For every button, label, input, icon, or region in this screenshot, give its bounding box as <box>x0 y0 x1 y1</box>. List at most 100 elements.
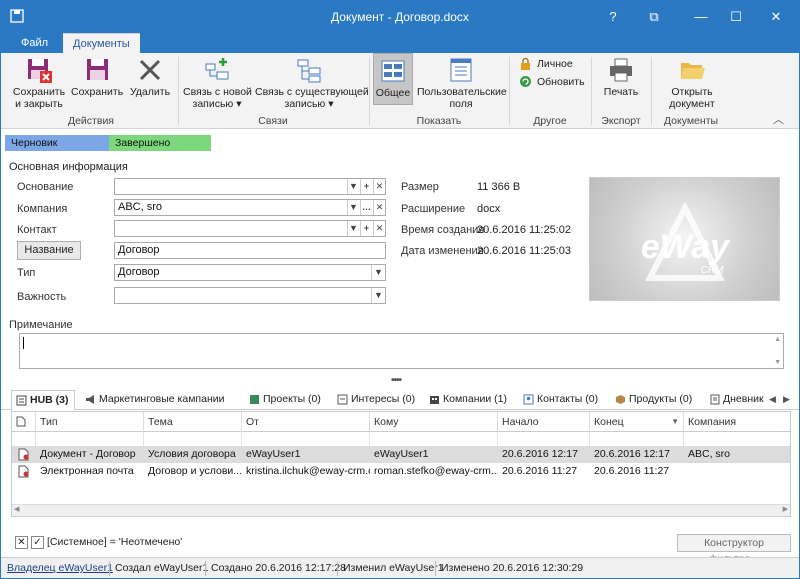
minimize-button[interactable]: — <box>686 1 716 33</box>
tab-journal[interactable]: Дневник <box>705 390 767 410</box>
dropdown-icon[interactable]: ▼ <box>347 221 359 236</box>
modified-at: Изменено 20.6.2016 12:30:29 <box>441 562 584 574</box>
general-view-button[interactable]: Общее <box>373 53 413 105</box>
clear-icon[interactable]: ✕ <box>373 221 385 236</box>
filter-bar: ✕ ✓ [Системное] = 'Неотмечено' Конструкт… <box>11 534 791 565</box>
scroll-down-icon[interactable]: ▼ <box>774 359 781 366</box>
lock-icon <box>521 57 530 70</box>
link-existing-button[interactable]: Связь с существующей записью ▾ <box>255 53 369 115</box>
link-new-button[interactable]: Связь с новой записью ▾ <box>183 53 252 115</box>
column-icon-header[interactable] <box>12 412 36 432</box>
note-label: Примечание <box>9 319 73 331</box>
group-export-label: Экспорт <box>601 115 641 127</box>
restore-ribbon-icon[interactable]: ⧉ <box>639 1 669 33</box>
column-to[interactable]: Кому <box>370 412 498 432</box>
status-separator <box>109 561 110 576</box>
contact-icon <box>523 394 534 405</box>
save-close-icon <box>28 59 52 83</box>
modified-label: Дата изменения <box>401 245 484 257</box>
collapse-ribbon-icon[interactable]: ︿ <box>773 111 784 127</box>
tab-projects[interactable]: Проекты (0) <box>245 390 325 410</box>
tab-contacts[interactable]: Контакты (0) <box>519 390 603 410</box>
dropdown-icon[interactable]: ▼ <box>347 200 359 215</box>
tab-products[interactable]: Продукты (0) <box>611 390 699 410</box>
ribbon-separator <box>591 57 592 125</box>
tab-hub[interactable]: HUB (3) <box>11 390 75 411</box>
clear-filter-icon[interactable]: ✕ <box>15 536 28 549</box>
tabs-right-icon[interactable]: ▶ <box>783 394 790 405</box>
tab-campaigns[interactable]: Маркетинговые кампании (0) <box>81 390 237 423</box>
personal-button[interactable]: Личное <box>519 56 573 72</box>
related-tabs: HUB (3) Маркетинговые кампании (0) Проек… <box>1 388 799 423</box>
ext-value: docx <box>477 203 501 215</box>
email-icon <box>18 465 29 478</box>
modified-by: Изменил eWayUser1 <box>343 562 444 574</box>
basis-label: Основание <box>17 181 74 193</box>
user-fields-button[interactable]: Пользовательские поля <box>417 53 507 115</box>
type-label: Тип <box>17 267 36 279</box>
filter-enabled-checkbox[interactable]: ✓ <box>31 536 44 549</box>
hub-icon <box>16 395 27 406</box>
column-from[interactable]: От <box>242 412 370 432</box>
dropdown-icon[interactable]: ▼ <box>371 288 385 303</box>
close-button[interactable]: ✕ <box>761 1 791 33</box>
company-field[interactable]: ABC, sro ▼ … ✕ <box>114 199 386 216</box>
tab-file[interactable]: Файл <box>11 33 58 53</box>
tab-interests[interactable]: Интересы (0) <box>333 390 419 410</box>
group-other-label: Другое <box>533 115 567 127</box>
tab-documents[interactable]: Документы <box>63 33 140 53</box>
column-end[interactable]: Конец ▼ <box>590 412 684 432</box>
size-label: Размер <box>401 181 439 193</box>
scroll-left-icon[interactable]: ◀ <box>14 505 19 513</box>
name-field[interactable]: Договор <box>114 242 386 259</box>
delete-button[interactable]: Удалить <box>127 53 173 115</box>
stage-done[interactable]: Завершено <box>109 135 211 151</box>
dropdown-icon[interactable]: ▼ <box>371 265 385 280</box>
print-button[interactable]: Печать <box>597 53 645 115</box>
ribbon-separator <box>651 57 652 125</box>
save-button[interactable]: Сохранить <box>71 53 123 115</box>
importance-select[interactable]: ▼ <box>114 287 386 304</box>
clear-icon[interactable]: ✕ <box>373 179 385 194</box>
column-company[interactable]: Компания <box>684 412 790 432</box>
help-button[interactable]: ? <box>598 1 628 33</box>
basis-field[interactable]: ▼ + ✕ <box>114 178 386 195</box>
section-title: Основная информация <box>9 161 128 173</box>
logo-text: eWay <box>641 228 731 266</box>
note-textarea[interactable]: ▲ ▼ <box>19 333 784 369</box>
more-icon[interactable]: … <box>360 200 372 215</box>
owner-link[interactable]: Владелец eWayUser1 <box>7 562 113 574</box>
contact-field[interactable]: ▼ + ✕ <box>114 220 386 237</box>
save-close-button[interactable]: Сохранить и закрыть <box>9 53 69 115</box>
column-subject[interactable]: Тема <box>144 412 242 432</box>
column-start[interactable]: Начало <box>498 412 590 432</box>
printer-icon <box>610 58 632 82</box>
status-separator <box>435 561 436 576</box>
folder-open-icon <box>681 63 705 79</box>
dropdown-icon[interactable]: ▼ <box>347 179 359 194</box>
open-document-button[interactable]: Открыть документ <box>657 53 727 115</box>
refresh-button[interactable]: Обновить <box>519 74 585 90</box>
tabs-left-icon[interactable]: ◀ <box>769 394 776 405</box>
column-type[interactable]: Тип <box>36 412 144 432</box>
add-icon[interactable]: + <box>360 221 372 236</box>
created-by: Создал eWayUser1 <box>115 562 209 574</box>
scroll-right-icon[interactable]: ▶ <box>783 505 788 513</box>
stage-draft[interactable]: Черновик <box>5 135 109 151</box>
scroll-up-icon[interactable]: ▲ <box>774 336 781 343</box>
link-existing-icon <box>297 59 321 83</box>
tab-companies[interactable]: Компании (1) <box>425 390 513 410</box>
table-row[interactable]: Электронная почта Договор и услови... kr… <box>12 463 790 480</box>
project-icon <box>250 395 259 404</box>
type-select[interactable]: Договор ▼ <box>114 264 386 281</box>
table-row[interactable]: Документ - Договор Условия договора eWay… <box>12 446 790 463</box>
filter-builder-button[interactable]: Конструктор фильтра... <box>677 534 791 565</box>
splitter-handle[interactable]: •••• <box>391 375 402 386</box>
maximize-button[interactable]: ☐ <box>721 1 751 33</box>
filter-expression[interactable]: [Системное] = 'Неотмечено' <box>47 536 182 548</box>
product-icon <box>616 395 625 404</box>
name-button[interactable]: Название <box>17 241 81 260</box>
horizontal-scrollbar[interactable]: ◀ ▶ <box>12 504 790 516</box>
add-icon[interactable]: + <box>360 179 372 194</box>
clear-icon[interactable]: ✕ <box>373 200 385 215</box>
